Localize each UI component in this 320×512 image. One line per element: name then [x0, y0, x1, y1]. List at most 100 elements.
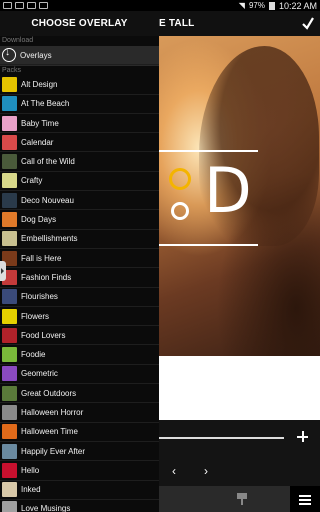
pack-thumbnail — [2, 134, 17, 150]
pack-item[interactable]: Fashion Finds — [0, 268, 159, 288]
pack-thumbnail — [2, 327, 17, 343]
pack-item[interactable]: Dog Days — [0, 210, 159, 230]
pack-label: Hello — [21, 465, 40, 475]
wifi-icon: ◥ — [238, 1, 245, 10]
pack-label: At The Beach — [21, 99, 70, 109]
plus-icon[interactable] — [295, 429, 311, 445]
pack-item[interactable]: Halloween Horror — [0, 403, 159, 423]
photo-canvas[interactable]: D — [159, 36, 320, 356]
pack-item[interactable]: Baby Time — [0, 114, 159, 134]
pack-item[interactable]: Hello — [0, 461, 159, 481]
pack-thumbnail — [2, 96, 17, 112]
pack-item[interactable]: Great Outdoors — [0, 384, 159, 404]
chevron-left-icon[interactable]: ‹ — [172, 464, 176, 478]
pack-label: Halloween Horror — [21, 407, 84, 417]
pack-label: Fashion Finds — [21, 272, 72, 282]
pack-label: Baby Time — [21, 118, 59, 128]
pack-label: Happily Ever After — [21, 446, 86, 456]
pack-label: Calendar — [21, 137, 54, 147]
pack-thumbnail — [2, 289, 17, 305]
overlay-line — [159, 244, 258, 246]
paint-roller-icon[interactable] — [237, 493, 247, 505]
pack-label: Flourishes — [21, 292, 58, 302]
pack-item[interactable]: Happily Ever After — [0, 442, 159, 462]
pack-label: Great Outdoors — [21, 388, 77, 398]
drawer-title: CHOOSE OVERLAY — [0, 11, 159, 36]
pack-thumbnail — [2, 404, 17, 420]
pack-item[interactable]: Geometric — [0, 365, 159, 385]
pack-label: Alt Design — [21, 79, 58, 89]
pack-item[interactable]: Love Musings — [0, 500, 159, 512]
notification-icons — [3, 2, 48, 9]
pack-item[interactable]: Crafty — [0, 172, 159, 192]
pack-item[interactable]: Flowers — [0, 307, 159, 327]
pack-item[interactable]: Call of the Wild — [0, 152, 159, 172]
overlay-letter: D — [204, 154, 252, 227]
notification-icon — [27, 2, 36, 9]
battery-icon — [268, 1, 275, 10]
overlay-ring-yellow — [169, 168, 191, 190]
overlay-ring-white — [171, 202, 189, 220]
pack-label: Food Lovers — [21, 330, 66, 340]
pack-label: Flowers — [21, 311, 50, 321]
download-icon — [2, 47, 16, 63]
chevron-right-icon[interactable]: › — [204, 464, 208, 478]
download-overlays-item[interactable]: Overlays — [0, 46, 159, 66]
app-title: E TALL — [159, 18, 195, 29]
menu-button[interactable] — [290, 486, 320, 512]
pack-thumbnail — [2, 192, 17, 208]
pack-item[interactable]: Inked — [0, 481, 159, 500]
pack-thumbnail — [2, 347, 17, 363]
notification-icon — [3, 2, 12, 9]
pack-thumbnail — [2, 501, 17, 512]
pack-label: Foodie — [21, 350, 46, 360]
pack-item[interactable]: Halloween Time — [0, 423, 159, 442]
pack-item[interactable]: At The Beach — [0, 95, 159, 114]
pack-item[interactable]: Embellishments — [0, 230, 159, 249]
bottom-toolbar — [159, 486, 320, 512]
pack-label: Inked — [21, 485, 41, 495]
pack-thumbnail — [2, 385, 17, 401]
pack-thumbnail — [2, 154, 17, 170]
pack-thumbnail — [2, 173, 17, 189]
status-bar: ◥ 97% 10:22 AM — [0, 0, 320, 11]
pack-item[interactable]: Alt Design — [0, 75, 159, 95]
pack-item[interactable]: Foodie — [0, 345, 159, 365]
pack-thumbnail — [2, 115, 17, 131]
pack-list: Alt Design At The Beach Baby Time Calendar C… — [0, 75, 159, 512]
pack-item[interactable]: Deco Nouveau — [0, 191, 159, 211]
pack-label: Dog Days — [21, 215, 57, 225]
pack-thumbnail — [2, 212, 17, 228]
pack-label: Love Musings — [21, 504, 71, 512]
pack-thumbnail — [2, 443, 17, 459]
battery-percent: 97% — [248, 1, 265, 10]
section-header-download: Download — [0, 36, 159, 46]
pack-label: Call of the Wild — [21, 157, 75, 167]
overlay-line — [159, 150, 258, 152]
pack-label: Fall is Here — [21, 253, 62, 263]
canvas-padding — [159, 356, 320, 420]
pack-item[interactable]: Flourishes — [0, 288, 159, 307]
pack-thumbnail — [2, 308, 17, 324]
notification-icon — [39, 2, 48, 9]
pack-item[interactable]: Food Lovers — [0, 326, 159, 346]
check-icon[interactable] — [301, 15, 315, 31]
item-label: Overlays — [20, 50, 52, 60]
pack-item[interactable]: Fall is Here — [0, 249, 159, 269]
pack-thumbnail — [2, 462, 17, 478]
pack-thumbnail — [2, 482, 17, 498]
notification-icon — [15, 2, 24, 9]
drawer-handle[interactable] — [0, 261, 6, 281]
pack-label: Embellishments — [21, 234, 78, 244]
pack-label: Halloween Time — [21, 427, 78, 437]
section-header-packs: Packs — [0, 65, 159, 76]
clock: 10:22 AM — [278, 0, 317, 11]
pack-label: Geometric — [21, 369, 58, 379]
size-slider[interactable] — [159, 437, 284, 439]
pack-item[interactable]: Calendar — [0, 133, 159, 153]
pack-label: Crafty — [21, 176, 43, 186]
overlay-drawer: CHOOSE OVERLAY Download Overlays Packs A… — [0, 11, 159, 512]
edit-controls: ‹ › — [159, 420, 320, 486]
pack-thumbnail — [2, 366, 17, 382]
pack-label: Deco Nouveau — [21, 195, 74, 205]
